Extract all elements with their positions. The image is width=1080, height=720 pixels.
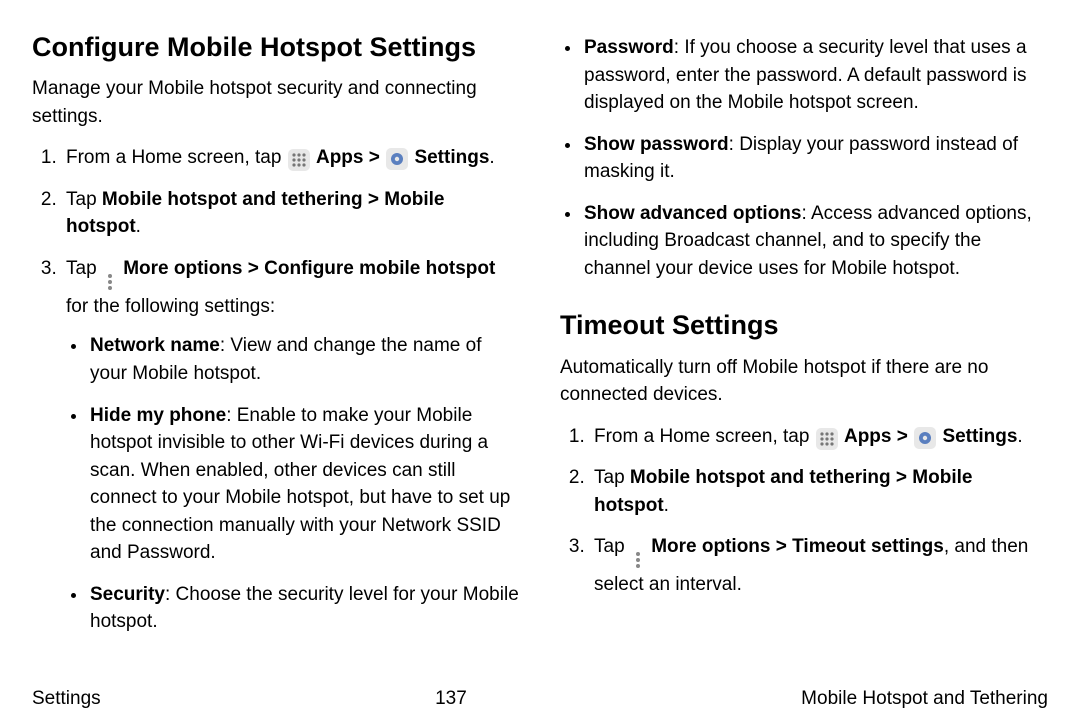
- step-2: Tap Mobile hotspot and tethering > Mobil…: [62, 186, 520, 241]
- footer-page-number: 137: [435, 688, 467, 710]
- chevron-right-icon: >: [896, 467, 907, 488]
- step2-text: Tap: [594, 467, 630, 488]
- step-3: Tap More options > Configure mobile hots…: [62, 255, 520, 636]
- heading-timeout: Timeout Settings: [560, 306, 1048, 345]
- page-footer: Settings 137 Mobile Hotspot and Tetherin…: [0, 688, 1080, 710]
- bullet-title: Show advanced options: [584, 203, 801, 224]
- step2-text: Tap: [66, 189, 102, 210]
- step3-text: Tap: [66, 258, 102, 279]
- step3-text: Tap: [594, 536, 630, 557]
- period: .: [1017, 426, 1022, 447]
- bullet-title: Show password: [584, 134, 729, 155]
- settings-gear-icon: [386, 148, 408, 170]
- bullet-desc: : Enable to make your Mobile hotspot inv…: [90, 405, 510, 564]
- step-1: From a Home screen, tap Apps > Settings.: [62, 144, 520, 172]
- right-column: Password: If you choose a security level…: [560, 28, 1048, 650]
- step3-bold1: More options: [651, 536, 770, 557]
- configure-bullets-cont: Password: If you choose a security level…: [560, 34, 1048, 282]
- step1-text: From a Home screen, tap: [594, 426, 815, 447]
- step3-bold2: Configure mobile hotspot: [264, 258, 495, 279]
- bullet-title: Password: [584, 37, 674, 58]
- intro-configure: Manage your Mobile hotspot security and …: [32, 75, 520, 130]
- bullet-show-password: Show password: Display your password ins…: [582, 131, 1048, 186]
- settings-label: Settings: [942, 426, 1017, 447]
- chevron-right-icon: >: [776, 536, 787, 557]
- bullet-password: Password: If you choose a security level…: [582, 34, 1048, 117]
- left-column: Configure Mobile Hotspot Settings Manage…: [32, 28, 520, 650]
- period: .: [136, 216, 141, 237]
- period: .: [664, 495, 669, 516]
- settings-gear-icon: [914, 427, 936, 449]
- chevron-right-icon: >: [248, 258, 259, 279]
- step1-text: From a Home screen, tap: [66, 147, 287, 168]
- bullet-title: Hide my phone: [90, 405, 226, 426]
- step3-bold2: Timeout settings: [792, 536, 944, 557]
- apps-grid-icon: [288, 149, 310, 171]
- bullet-security: Security: Choose the security level for …: [88, 581, 520, 636]
- step-2: Tap Mobile hotspot and tethering > Mobil…: [590, 464, 1048, 519]
- steps-configure: From a Home screen, tap Apps > Settings.…: [32, 144, 520, 636]
- step3-bold1: More options: [123, 258, 242, 279]
- more-options-icon: [104, 271, 116, 293]
- bullet-title: Network name: [90, 335, 220, 356]
- apps-grid-icon: [816, 428, 838, 450]
- footer-left: Settings: [32, 688, 101, 710]
- step2-bold1: Mobile hotspot and tethering: [630, 467, 891, 488]
- configure-bullets: Network name: View and change the name o…: [66, 332, 520, 635]
- heading-configure: Configure Mobile Hotspot Settings: [32, 28, 520, 67]
- settings-label: Settings: [414, 147, 489, 168]
- step2-bold1: Mobile hotspot and tethering: [102, 189, 363, 210]
- step-1: From a Home screen, tap Apps > Settings.: [590, 423, 1048, 451]
- apps-label: Apps: [316, 147, 364, 168]
- bullet-hide-phone: Hide my phone: Enable to make your Mobil…: [88, 402, 520, 567]
- more-options-icon: [632, 549, 644, 571]
- step-3: Tap More options > Timeout settings, and…: [590, 533, 1048, 599]
- step3-post: for the following settings:: [66, 296, 275, 317]
- period: .: [489, 147, 494, 168]
- page-columns: Configure Mobile Hotspot Settings Manage…: [32, 28, 1048, 650]
- chevron-right-icon: >: [897, 426, 908, 447]
- intro-timeout: Automatically turn off Mobile hotspot if…: [560, 354, 1048, 409]
- chevron-right-icon: >: [368, 189, 379, 210]
- bullet-network-name: Network name: View and change the name o…: [88, 332, 520, 387]
- chevron-right-icon: >: [369, 147, 380, 168]
- footer-right: Mobile Hotspot and Tethering: [801, 688, 1048, 710]
- apps-label: Apps: [844, 426, 892, 447]
- bullet-advanced-options: Show advanced options: Access advanced o…: [582, 200, 1048, 283]
- steps-timeout: From a Home screen, tap Apps > Settings.…: [560, 423, 1048, 599]
- bullet-title: Security: [90, 584, 165, 605]
